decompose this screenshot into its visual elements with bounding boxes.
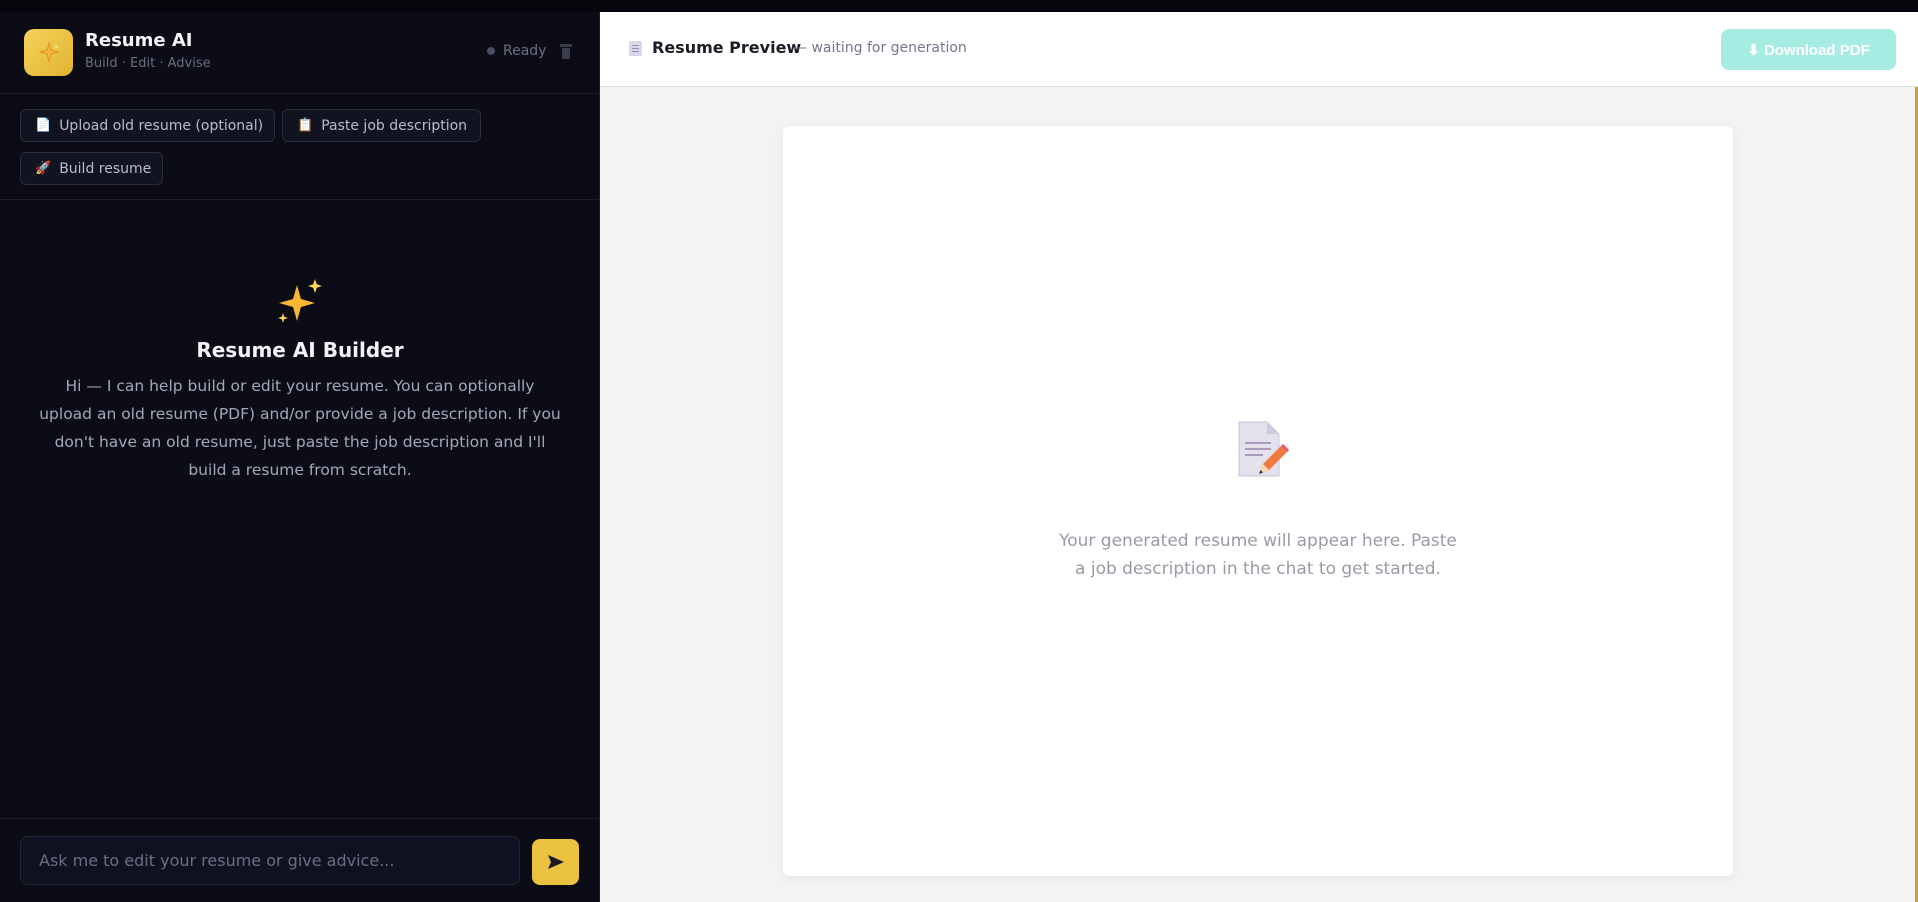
chat-header: Resume AI Build · Edit · Advise Ready <box>0 12 600 94</box>
welcome-title: Resume AI Builder <box>196 338 404 362</box>
memo-icon <box>1238 421 1289 477</box>
build-resume-button[interactable]: 🚀 Build resume <box>20 152 163 185</box>
build-resume-label: Build resume <box>59 160 152 177</box>
clipboard-icon: 📋 <box>297 118 314 133</box>
status-text: Ready <box>503 43 547 59</box>
upload-resume-label: Upload old resume (optional) <box>59 117 264 134</box>
paste-job-description-button[interactable]: 📋 Paste job description <box>282 109 481 142</box>
app-logo <box>24 29 73 76</box>
window-top-strip <box>0 0 1918 12</box>
upload-resume-button[interactable]: 📄 Upload old resume (optional) <box>20 109 275 142</box>
chat-panel: Resume AI Build · Edit · Advise Ready 📄 … <box>0 12 600 902</box>
trash-icon[interactable] <box>560 44 572 59</box>
preview-header: Resume Preview — waiting for generation … <box>600 12 1918 87</box>
welcome-text: Hi — I can help build or edit your resum… <box>39 377 561 479</box>
rocket-icon: 🚀 <box>35 161 52 176</box>
page-icon <box>629 41 642 56</box>
preview-title: Resume Preview <box>652 38 802 57</box>
chat-input[interactable] <box>20 836 520 885</box>
send-icon <box>547 855 564 869</box>
sparkles-icon <box>278 279 322 323</box>
preview-panel: Resume Preview — waiting for generation … <box>600 12 1918 902</box>
welcome-message: Resume AI Builder Hi — I can help build … <box>0 200 600 830</box>
paste-job-description-label: Paste job description <box>321 117 468 134</box>
app-subtitle: Build · Edit · Advise <box>85 56 211 71</box>
download-pdf-button[interactable]: ⬇ Download PDF <box>1721 29 1896 70</box>
status-indicator: Ready <box>487 43 546 59</box>
sparkle-logo-icon <box>38 41 59 62</box>
chat-composer <box>0 818 600 902</box>
send-button[interactable] <box>532 839 579 885</box>
resume-preview-page: Your generated resume will appear here. … <box>783 126 1733 876</box>
document-icon: 📄 <box>35 118 52 133</box>
quick-actions: 📄 Upload old resume (optional) 📋 Paste j… <box>0 94 600 200</box>
status-dot-icon <box>487 47 495 55</box>
empty-preview-text: Your generated resume will appear here. … <box>1059 531 1457 579</box>
app-title: Resume AI <box>85 30 193 51</box>
preview-status: — waiting for generation <box>793 40 967 56</box>
